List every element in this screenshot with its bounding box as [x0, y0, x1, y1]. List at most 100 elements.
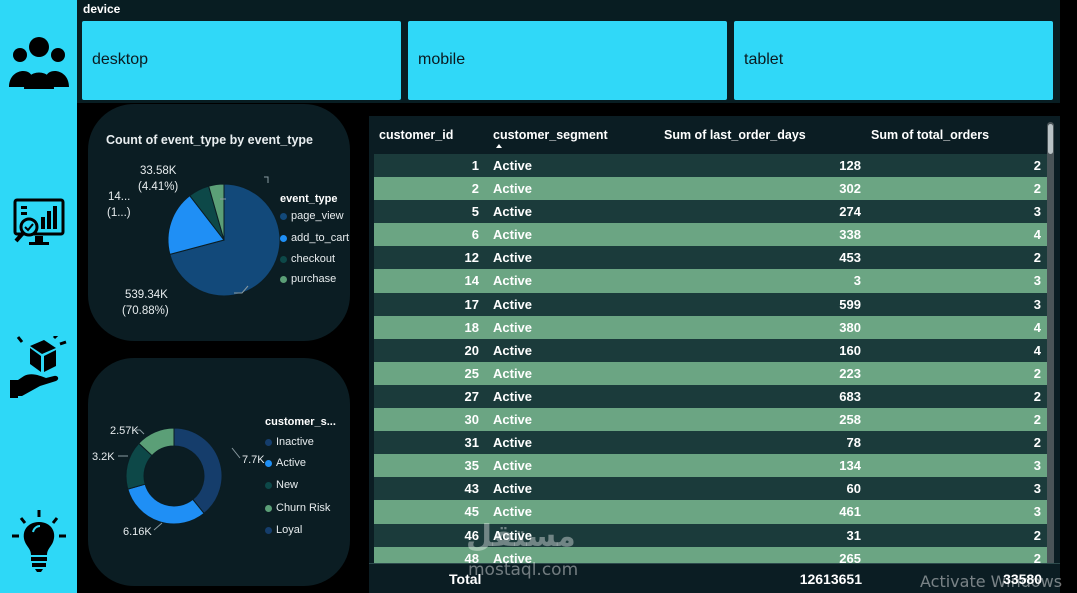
cell-last-order-days: 380: [839, 319, 861, 335]
nav-item-products[interactable]: [0, 336, 77, 400]
table-row[interactable]: 14 Active 3 3: [374, 269, 1047, 293]
cell-customer-segment: Active: [493, 342, 533, 358]
slicer-option-mobile[interactable]: mobile: [408, 21, 727, 100]
cell-total-orders: 2: [1033, 181, 1041, 197]
cell-customer-segment: Active: [493, 365, 533, 381]
table-row[interactable]: 1 Active 128 2: [374, 154, 1047, 178]
legend-label: add_to_cart: [291, 232, 350, 244]
cell-customer-segment: Active: [493, 458, 533, 474]
table-scrollbar[interactable]: [1047, 122, 1054, 572]
donut-legend-item-churn-risk[interactable]: Churn Risk: [265, 502, 330, 514]
donut-legend-item-loyal[interactable]: Loyal: [265, 524, 302, 536]
cell-customer-id: 2: [471, 181, 479, 197]
pie-legend-item-add-to-cart[interactable]: add_to_cart: [280, 232, 349, 244]
legend-label: purchase: [291, 273, 337, 285]
column-header-customer-id[interactable]: customer_id: [379, 128, 453, 142]
legend-dot: [280, 275, 287, 283]
cell-total-orders: 2: [1033, 527, 1041, 543]
donut-label-active: 6.16K: [123, 526, 152, 538]
cell-last-order-days: 461: [839, 504, 861, 520]
pie-legend-item-purchase[interactable]: purchase: [280, 273, 336, 285]
cell-customer-id: 35: [464, 458, 479, 474]
cell-customer-segment: Active: [493, 273, 533, 289]
legend-dot: [280, 212, 287, 220]
table-row[interactable]: 18 Active 380 4: [374, 315, 1047, 339]
donut-legend-item-inactive[interactable]: Inactive: [265, 436, 314, 448]
cell-customer-segment: Active: [493, 435, 533, 451]
event-type-pie-card: Count of event_type by event_type 33.58K…: [88, 104, 350, 341]
donut-label-churn-risk: 2.57K: [110, 425, 139, 437]
column-header-customer-segment[interactable]: customer_segment: [493, 128, 608, 142]
table-row[interactable]: 6 Active 338 4: [374, 223, 1047, 247]
legend-dot: [265, 438, 272, 446]
cell-customer-id: 12: [464, 250, 479, 266]
legend-dot: [265, 504, 272, 512]
nav-item-insights[interactable]: [0, 510, 77, 572]
donut-legend-title: customer_s...: [265, 416, 336, 428]
cell-total-orders: 2: [1033, 158, 1041, 173]
cell-customer-segment: Active: [493, 319, 533, 335]
table-row[interactable]: 5 Active 274 3: [374, 200, 1047, 224]
column-header-last-order-days[interactable]: Sum of last_order_days: [664, 128, 806, 142]
pie-legend-item-checkout[interactable]: checkout: [280, 253, 335, 265]
cell-last-order-days: 78: [846, 435, 861, 451]
cell-last-order-days: 453: [839, 250, 861, 266]
pie-label-purchase-value: 33.58K: [140, 165, 177, 177]
product-hand-icon: [9, 336, 66, 398]
table-row[interactable]: 43 Active 60 3: [374, 477, 1047, 501]
table-row[interactable]: 2 Active 302 2: [374, 177, 1047, 201]
nav-item-analytics[interactable]: [0, 197, 77, 249]
cell-last-order-days: 258: [839, 412, 861, 428]
donut-legend-item-active[interactable]: Active: [265, 457, 306, 469]
table-scrollbar-thumb[interactable]: [1048, 124, 1053, 154]
pie-legend-title: event_type: [280, 193, 338, 205]
table-row[interactable]: 31 Active 78 2: [374, 431, 1047, 455]
cell-last-order-days: 60: [846, 481, 861, 497]
cell-customer-id: 18: [464, 319, 479, 335]
table-row[interactable]: 25 Active 223 2: [374, 361, 1047, 385]
table-row[interactable]: 30 Active 258 2: [374, 408, 1047, 432]
slicer-option-desktop[interactable]: desktop: [82, 21, 401, 100]
cell-customer-id: 25: [464, 365, 479, 381]
cell-last-order-days: 134: [839, 458, 861, 474]
cell-total-orders: 4: [1033, 227, 1041, 243]
cell-customer-id: 30: [464, 412, 479, 428]
cell-customer-segment: Active: [493, 204, 533, 220]
cell-total-orders: 2: [1033, 365, 1041, 381]
cell-total-orders: 3: [1033, 273, 1041, 289]
cell-last-order-days: 302: [839, 181, 861, 197]
table-row[interactable]: 17 Active 599 3: [374, 292, 1047, 316]
nav-item-customers[interactable]: [0, 33, 77, 91]
slicer-option-tablet[interactable]: tablet: [734, 21, 1053, 100]
legend-label: Inactive: [276, 436, 314, 448]
cell-total-orders: 2: [1033, 412, 1041, 428]
activate-windows-overlay: Activate Windows: [920, 572, 1063, 591]
pie-legend-item-page-view[interactable]: page_view: [280, 210, 344, 222]
cell-last-order-days: 3: [853, 273, 861, 289]
donut-label-new: 3.2K: [92, 451, 115, 463]
cell-customer-id: 20: [464, 342, 479, 358]
dashboard: device desktop mobile tablet Count of ev…: [0, 0, 1077, 593]
column-header-total-orders[interactable]: Sum of total_orders: [871, 128, 989, 142]
legend-dot: [265, 526, 272, 534]
cell-customer-segment: Active: [493, 388, 533, 404]
table-body: 1 Active 128 2 2 Active 302 2 5 Active 274 3 6 Active…: [374, 154, 1047, 570]
table-row[interactable]: 12 Active 453 2: [374, 246, 1047, 270]
donut-leader-active: [153, 522, 163, 531]
cell-customer-id: 17: [464, 296, 479, 312]
cell-last-order-days: 223: [839, 365, 861, 381]
cell-last-order-days: 128: [839, 158, 861, 173]
slice-inactive[interactable]: [173, 427, 223, 515]
table-row[interactable]: 35 Active 134 3: [374, 454, 1047, 478]
watermark-logo: مستقل: [466, 519, 576, 554]
table-row[interactable]: 20 Active 160 4: [374, 338, 1047, 362]
pie-label-purchase-pct: (4.41%): [138, 181, 178, 193]
table-row[interactable]: 27 Active 683 2: [374, 384, 1047, 409]
cell-last-order-days: 338: [839, 227, 861, 243]
slice-active[interactable]: [127, 483, 205, 525]
watermark-url: mostaql.com: [468, 560, 579, 580]
cell-customer-id: 31: [464, 435, 479, 451]
pie-leader-purchase: [264, 176, 269, 183]
cell-total-orders: 3: [1033, 481, 1041, 497]
donut-legend-item-new[interactable]: New: [265, 479, 298, 491]
